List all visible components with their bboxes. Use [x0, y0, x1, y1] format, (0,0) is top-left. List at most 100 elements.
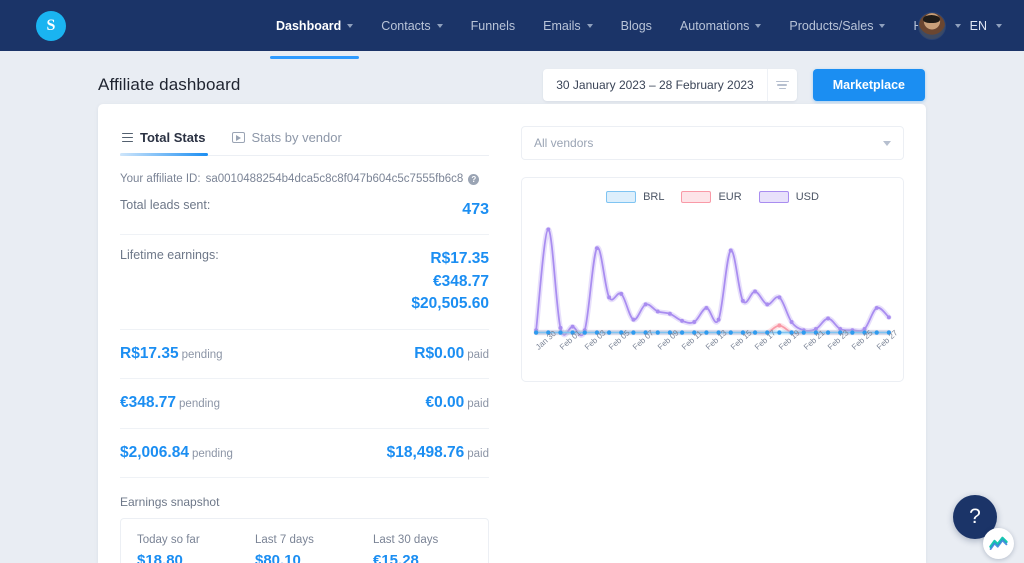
pending-group: $2,006.84 pending [120, 442, 233, 464]
pending-suffix: pending [179, 398, 220, 411]
chart-x-axis-labels: Jan 30 Feb 01 Feb 03 Feb 05 Feb 07 Feb 09 Feb … [532, 328, 899, 373]
snapshot-amount: $18.80 [137, 552, 183, 563]
chevron-down-icon [755, 23, 762, 28]
paid-amount: R$0.00 [414, 344, 465, 362]
page-title: Affiliate dashboard [98, 75, 241, 94]
nav-label: Funnels [470, 18, 516, 33]
affiliate-id-label: Your affiliate ID: [120, 173, 201, 185]
chart-plot-area [532, 207, 893, 343]
nav-label: Contacts [381, 18, 431, 33]
app-root: S Dashboard Contacts Funnels Emails Blog… [0, 0, 1024, 563]
chart-legend: BRL EUR USD [532, 191, 893, 203]
tab-total-stats[interactable]: Total Stats [120, 126, 208, 156]
date-range-picker[interactable]: 30 January 2023 – 28 February 2023 [543, 69, 797, 101]
lifetime-amount-eur: €348.77 [432, 272, 489, 290]
nav-item-emails[interactable]: Emails [529, 3, 607, 49]
chevron-down-icon [883, 140, 891, 146]
legend-swatch-eur [681, 191, 712, 203]
chevron-down-icon[interactable] [954, 23, 961, 28]
chevron-down-icon [436, 23, 443, 28]
tab-stats-by-vendor[interactable]: Stats by vendor [230, 126, 344, 155]
nav-item-blogs[interactable]: Blogs [607, 3, 666, 49]
snapshot-label: Last 7 days [255, 534, 314, 546]
language-selector-label[interactable]: EN [970, 19, 987, 33]
page-header-actions: 30 January 2023 – 28 February 2023 Marke… [543, 69, 925, 101]
nav-item-automations[interactable]: Automations [666, 3, 775, 49]
main-content-card: Total Stats Stats by vendor Your affilia… [98, 104, 926, 563]
pending-suffix: pending [191, 447, 233, 460]
list-lines-icon [122, 132, 133, 143]
avatar[interactable] [917, 11, 946, 40]
lifetime-earnings-values: R$17.35 €348.77 $20,505.60 [411, 248, 489, 315]
lifetime-amount-brl: R$17.35 [430, 250, 489, 268]
date-range-value: 30 January 2023 – 28 February 2023 [556, 78, 754, 92]
pending-amount: €348.77 [120, 394, 177, 412]
chevron-down-icon [347, 23, 354, 28]
earnings-chart-card: BRL EUR USD Jan 30 Feb 01 Feb 03 Feb 05 Feb … [521, 177, 904, 382]
chart-pulse-icon [989, 536, 1008, 550]
legend-label: BRL [643, 191, 665, 203]
tab-label: Total Stats [140, 130, 206, 145]
nav-item-dashboard[interactable]: Dashboard [262, 3, 367, 59]
pending-group: €348.77 pending [120, 392, 220, 414]
paid-amount: $18,498.76 [386, 443, 465, 461]
paid-suffix: paid [467, 348, 489, 361]
snapshot-cell-today: Today so far $18.80 [121, 534, 239, 563]
page-header: Affiliate dashboard 30 January 2023 – 28… [0, 51, 1024, 111]
marketplace-button[interactable]: Marketplace [812, 69, 925, 101]
snapshot-amount: $80.10 [255, 552, 301, 563]
nav-label: Emails [543, 18, 581, 33]
pending-suffix: pending [181, 348, 223, 361]
snapshot-label: Today so far [137, 534, 200, 546]
snapshot-cell-last-7-days: Last 7 days $80.10 [239, 534, 357, 563]
legend-item-eur[interactable]: EUR [681, 191, 742, 203]
affiliate-id-value[interactable]: sa0010488254b4dca5c8c8f047b604c5c7555fb6… [206, 173, 464, 185]
legend-label: USD [795, 191, 819, 203]
nav-label: Products/Sales [789, 18, 874, 33]
vendor-select-value: All vendors [534, 136, 594, 150]
snapshot-cell-last-30-days: Last 30 days €15.28 $1,249.45 [357, 534, 475, 563]
chart-panel: All vendors BRL EUR USD Jan 30 Feb 01 Fe… [511, 104, 926, 563]
legend-item-usd[interactable]: USD [758, 191, 819, 203]
help-circle-icon[interactable]: ? [468, 173, 480, 185]
nav-label: Dashboard [276, 18, 342, 33]
brand-logo[interactable]: S [36, 10, 66, 41]
nav-label: Automations [679, 18, 750, 33]
line-chart-svg [533, 226, 892, 338]
date-range-menu-icon[interactable] [766, 69, 797, 101]
earnings-snapshot-title: Earnings snapshot [120, 495, 220, 509]
pending-amount: $2,006.84 [120, 443, 189, 461]
lifetime-earnings-row: Lifetime earnings: R$17.35 €348.77 $20,5… [120, 235, 489, 330]
balance-row-brl: R$17.35 pending R$0.00 paid [120, 330, 489, 380]
lifetime-earnings-label: Lifetime earnings: [120, 248, 219, 263]
balance-row-eur: €348.77 pending €0.00 paid [120, 379, 489, 429]
legend-item-brl[interactable]: BRL [606, 191, 664, 203]
paid-group: R$0.00 paid [414, 343, 489, 365]
total-leads-row: Total leads sent: 473 [120, 185, 489, 236]
pending-amount: R$17.35 [120, 344, 179, 362]
lifetime-amount-usd: $20,505.60 [411, 295, 489, 313]
tab-label: Stats by vendor [251, 130, 342, 145]
affiliate-id-row: Your affiliate ID: sa0010488254b4dca5c8c… [120, 156, 489, 185]
paid-group: $18,498.76 paid [387, 442, 489, 464]
stats-tabs: Total Stats Stats by vendor [120, 126, 489, 156]
chevron-down-icon[interactable] [996, 23, 1002, 28]
earnings-snapshot: Today so far $18.80 Last 7 days $80.10 L… [120, 518, 489, 563]
chart-pulse-fab-button[interactable] [983, 528, 1014, 559]
nav-item-contacts[interactable]: Contacts [367, 3, 456, 49]
nav-label: Blogs [620, 18, 652, 33]
vendor-select[interactable]: All vendors [521, 126, 904, 160]
nav-right-group: EN [917, 0, 1002, 51]
paid-suffix: paid [467, 398, 489, 411]
total-stats-panel: Total Stats Stats by vendor Your affilia… [98, 104, 511, 563]
nav-item-funnels[interactable]: Funnels [457, 3, 529, 49]
total-leads-value: 473 [462, 201, 489, 218]
balance-row-usd: $2,006.84 pending $18,498.76 paid [120, 429, 489, 478]
paid-group: €0.00 paid [425, 392, 489, 414]
legend-swatch-brl [606, 191, 637, 203]
legend-swatch-usd [758, 191, 789, 203]
top-navbar: S Dashboard Contacts Funnels Emails Blog… [0, 0, 1024, 59]
total-leads-label: Total leads sent: [120, 198, 211, 212]
chevron-down-icon [586, 23, 593, 28]
nav-item-products-sales[interactable]: Products/Sales [775, 3, 899, 49]
